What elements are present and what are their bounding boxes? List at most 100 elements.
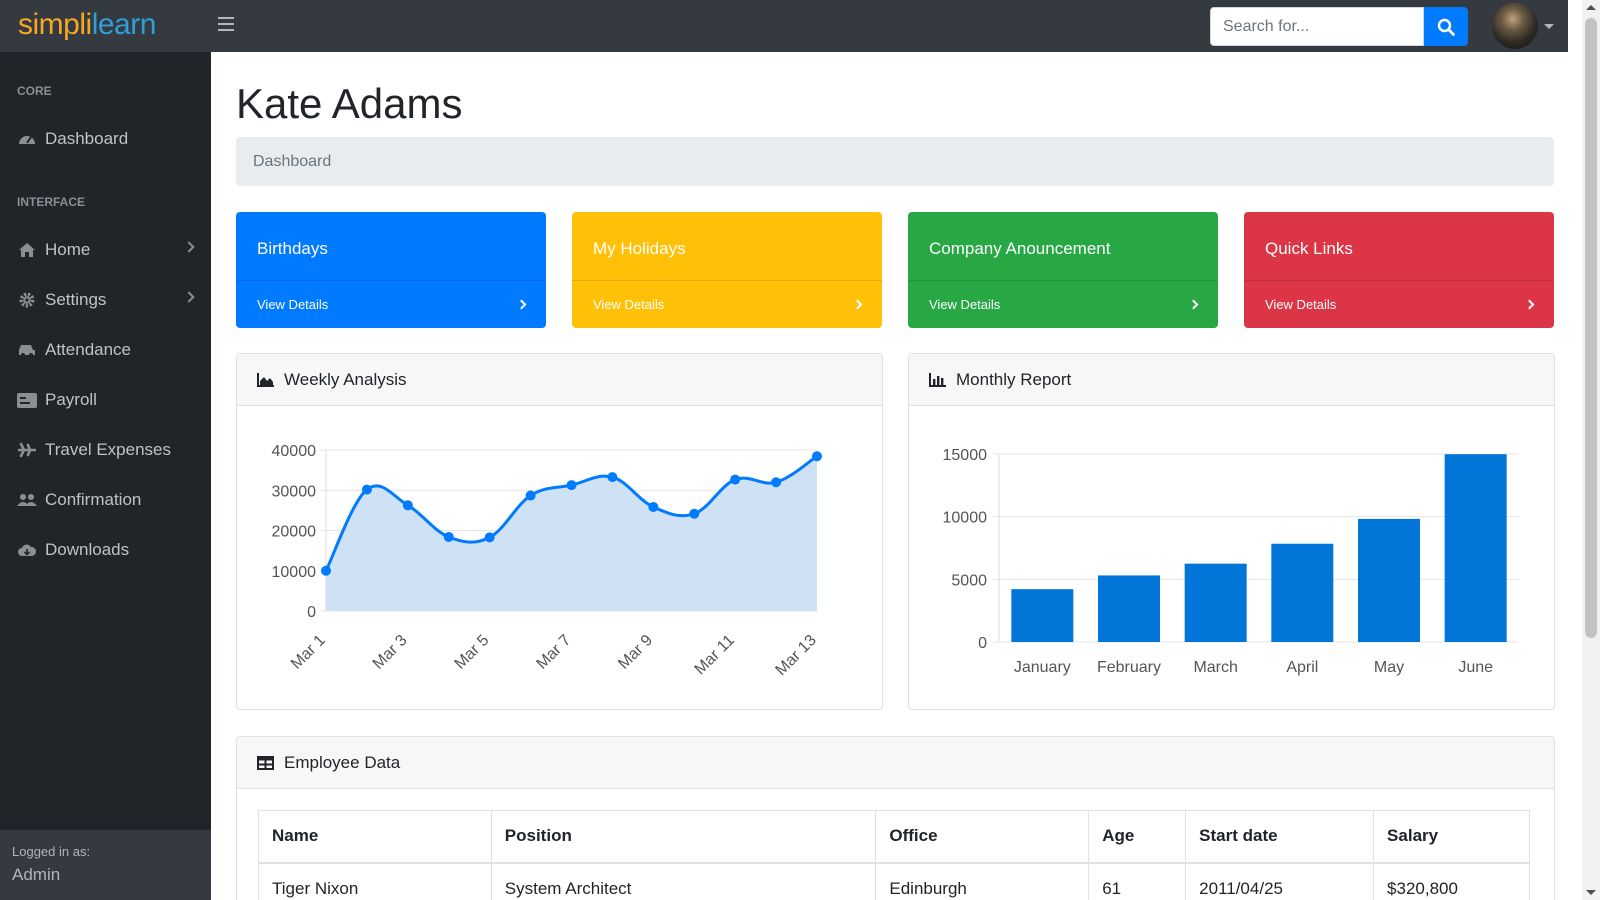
column-header-age[interactable]: Age xyxy=(1088,810,1187,864)
card-header: Employee Data xyxy=(237,737,1554,789)
sidebar-heading-core: CORE xyxy=(17,84,52,98)
chevron-right-icon xyxy=(183,241,195,253)
x-tick-label: Mar 13 xyxy=(773,632,820,679)
hamburger-icon[interactable] xyxy=(218,17,234,33)
sidebar-item-label: Settings xyxy=(45,290,107,309)
users-icon xyxy=(17,491,37,509)
sidebar-item-attendance[interactable]: Attendance xyxy=(0,330,211,370)
breadcrumb: Dashboard xyxy=(236,137,1554,186)
sidebar-item-label: Downloads xyxy=(45,540,130,559)
y-tick-label: 15000 xyxy=(943,447,988,464)
sidebar-item-label: Confirmation xyxy=(45,490,142,509)
data-point xyxy=(689,508,700,519)
y-tick-label: 30000 xyxy=(272,483,317,500)
monthly-report-card: Monthly Report 0 5000 10000 15000 January Feb… xyxy=(908,353,1555,710)
card-title: Birthdays xyxy=(257,239,328,258)
plane-icon xyxy=(17,441,37,459)
card-header-title: Employee Data xyxy=(284,752,401,772)
table-icon xyxy=(257,755,275,771)
bar xyxy=(1011,589,1074,642)
view-details-label: View Details xyxy=(593,297,665,312)
x-tick-label: June xyxy=(1458,659,1493,676)
column-header-name[interactable]: Name xyxy=(258,810,492,864)
view-details-link[interactable]: View Details xyxy=(572,280,882,328)
bar xyxy=(1271,543,1334,642)
x-tick-label: January xyxy=(1014,659,1071,676)
view-details-link[interactable]: View Details xyxy=(908,280,1218,328)
column-header-office[interactable]: Office xyxy=(875,810,1090,864)
card-header-title: Weekly Analysis xyxy=(284,369,407,389)
scroll-down-arrow[interactable] xyxy=(1586,890,1596,895)
sidebar-item-payroll[interactable]: Payroll xyxy=(0,380,211,420)
home-icon xyxy=(17,241,37,259)
view-details-label: View Details xyxy=(257,297,329,312)
area-chart-icon xyxy=(257,372,275,388)
view-details-link[interactable]: View Details xyxy=(1244,280,1554,328)
chevron-right-icon xyxy=(183,291,195,303)
sidebar-item-label: Attendance xyxy=(45,340,132,359)
x-tick-label: Mar 9 xyxy=(615,632,656,673)
bar xyxy=(1098,575,1160,642)
view-details-link[interactable]: View Details xyxy=(236,280,546,328)
sidebar-item-settings[interactable]: Settings xyxy=(0,280,211,320)
sidebar-item-travel-expenses[interactable]: Travel Expenses xyxy=(0,430,211,470)
view-details-label: View Details xyxy=(1265,297,1337,312)
scroll-up-arrow[interactable] xyxy=(1586,5,1596,10)
y-tick-label: 0 xyxy=(307,604,316,621)
data-point xyxy=(648,501,659,512)
chevron-down-icon xyxy=(1544,23,1554,29)
table-cell: 2011/04/25 xyxy=(1185,862,1375,900)
scrollbar-thumb[interactable] xyxy=(1585,18,1597,638)
top-navbar: simplilearn xyxy=(0,0,1568,52)
data-point xyxy=(321,565,331,576)
sidebar-item-confirmation[interactable]: Confirmation xyxy=(0,480,211,520)
data-point xyxy=(730,474,741,485)
data-point xyxy=(771,477,782,488)
weekly-analysis-card: Weekly Analysis 0 10000 20000 30000 40000 Mar… xyxy=(236,353,883,710)
x-tick-label: March xyxy=(1193,659,1237,676)
logged-in-label: Logged in as: xyxy=(12,844,91,859)
search-icon xyxy=(1437,18,1455,36)
x-tick-label: Mar 5 xyxy=(452,632,493,673)
employee-data-card: Employee Data Name Position Office Age S… xyxy=(236,736,1555,900)
gear-icon xyxy=(17,291,37,309)
data-point xyxy=(443,531,454,542)
breadcrumb-item[interactable]: Dashboard xyxy=(253,153,331,171)
data-point xyxy=(484,532,495,543)
avatar[interactable] xyxy=(1492,3,1538,49)
card-header-title: Monthly Report xyxy=(956,369,1072,389)
card-title: My Holidays xyxy=(593,239,686,258)
bar-chart-icon xyxy=(929,372,947,388)
data-point xyxy=(812,451,822,462)
search-button[interactable] xyxy=(1424,7,1468,46)
data-point xyxy=(566,480,577,491)
weekly-area-chart: 0 10000 20000 30000 40000 Mar 1 Mar 3 Mar 5 Mar … xyxy=(272,443,822,679)
x-tick-label: February xyxy=(1097,659,1161,676)
chevron-right-icon xyxy=(852,299,863,310)
sidebar-item-dashboard[interactable]: Dashboard xyxy=(0,119,211,159)
page-scrollbar[interactable] xyxy=(1582,0,1600,900)
card-my-holidays: My Holidays View Details xyxy=(572,212,882,328)
table-cell: 61 xyxy=(1088,862,1187,900)
car-icon xyxy=(17,341,37,359)
search-group xyxy=(1210,7,1468,46)
search-input[interactable] xyxy=(1210,7,1424,46)
card-icon xyxy=(17,391,37,409)
employee-table: Name Position Office Age Start date Sala… xyxy=(258,810,1530,900)
bar xyxy=(1358,518,1420,642)
sidebar-item-home[interactable]: Home xyxy=(0,230,211,270)
brand-text-part2: learn xyxy=(91,8,157,41)
y-tick-label: 20000 xyxy=(272,524,317,541)
table-cell: $320,800 xyxy=(1373,862,1530,900)
card-title: Quick Links xyxy=(1265,239,1353,258)
y-tick-label: 40000 xyxy=(272,443,317,460)
brand-logo[interactable]: simplilearn xyxy=(18,8,156,42)
column-header-start-date[interactable]: Start date xyxy=(1185,810,1375,864)
sidebar-item-downloads[interactable]: Downloads xyxy=(0,530,211,570)
table-cell: Edinburgh xyxy=(875,862,1090,900)
user-menu[interactable] xyxy=(1492,3,1554,49)
column-header-salary[interactable]: Salary xyxy=(1373,810,1530,864)
column-header-position[interactable]: Position xyxy=(490,810,877,864)
sidebar-item-label: Dashboard xyxy=(45,129,129,148)
chevron-right-icon xyxy=(516,299,527,310)
